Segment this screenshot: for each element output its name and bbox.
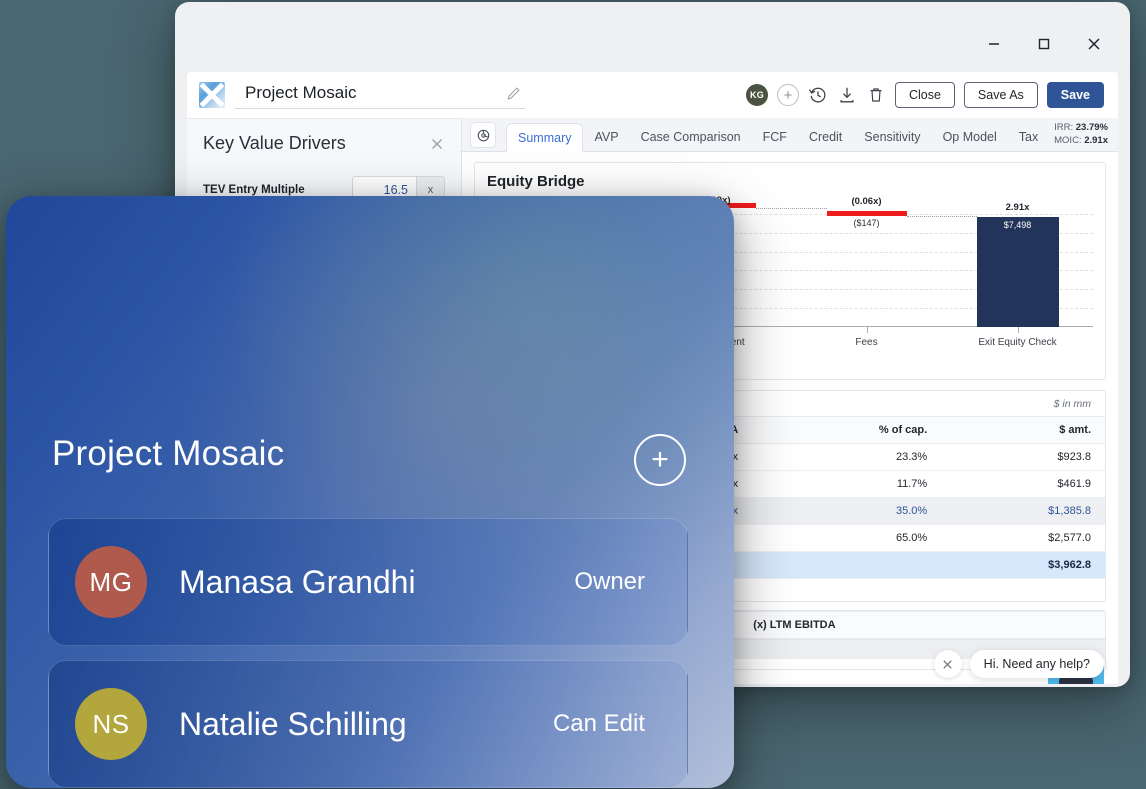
member-role[interactable]: Can Edit (553, 710, 645, 738)
save-as-button[interactable]: Save As (963, 82, 1038, 108)
table-cell: $461.9 (1057, 478, 1091, 490)
irr-metric: IRR: 23.79% (1054, 122, 1108, 135)
bar-exit-equity-check (976, 217, 1059, 327)
close-button[interactable]: Close (894, 82, 955, 108)
document-header: Project Mosaic KG + Close Save As Save (187, 72, 1118, 118)
chat-close-button[interactable] (933, 650, 962, 678)
irr-value: 23.79% (1075, 122, 1108, 134)
connector-line (906, 216, 977, 217)
member-role[interactable]: Owner (574, 568, 645, 596)
download-icon[interactable] (837, 85, 857, 105)
panel-header: Key Value Drivers (203, 133, 445, 154)
moic-value: 2.91x (1084, 135, 1108, 147)
moic-metric: MOIC: 2.91x (1054, 135, 1108, 148)
table-cell: 11.7% (896, 478, 928, 490)
share-card: Project Mosaic + MG Manasa Grandhi Owner NS… (6, 196, 734, 788)
gear-icon (477, 129, 489, 141)
column-header: % of cap. (752, 416, 942, 444)
tab-fcf[interactable]: FCF (752, 123, 798, 151)
bar-amount-label: $7,498 (1003, 220, 1032, 230)
tab-sensitivity[interactable]: Sensitivity (853, 123, 931, 151)
avatar: MG (75, 546, 147, 618)
member-row[interactable]: NS Natalie Schilling Can Edit (48, 660, 688, 788)
pencil-icon[interactable] (506, 86, 521, 101)
close-icon (943, 659, 952, 669)
avatar: NS (75, 688, 147, 760)
table-cell: 35.0% (895, 505, 928, 517)
tab-summary[interactable]: Summary (506, 123, 584, 152)
tab-list: Summary AVP Case Comparison FCF Credit Sensit… (506, 123, 1049, 152)
member-name: Natalie Schilling (179, 705, 407, 742)
save-button[interactable]: Save (1046, 82, 1104, 108)
trash-icon[interactable] (866, 85, 886, 105)
column-header (849, 611, 1105, 639)
chart-title: Equity Bridge (487, 173, 585, 190)
table-cell (752, 552, 941, 579)
screen: Project Mosaic KG + Close Save As Save K… (0, 0, 1146, 789)
category-label: Fees (855, 337, 878, 348)
add-member-button[interactable]: + (634, 434, 686, 486)
category-label: Exit Equity Check (978, 337, 1057, 348)
tab-credit[interactable]: Credit (798, 123, 853, 151)
header-tools: KG + Close Save As Save (745, 82, 1106, 108)
bar-multiple-label: 2.91x (1005, 202, 1030, 213)
document-title: Project Mosaic (245, 83, 357, 102)
document-title-field[interactable]: Project Mosaic (235, 81, 525, 109)
maximize-icon (1038, 38, 1050, 50)
connector-line (755, 208, 827, 209)
table-cell: $1,385.8 (1048, 505, 1091, 517)
bar-amount-label: ($147) (853, 218, 880, 228)
tab-bar: Summary AVP Case Comparison FCF Credit Sensit… (462, 118, 1118, 152)
bar-multiple-label: (0.06x) (851, 196, 882, 207)
gear-button[interactable] (470, 122, 496, 148)
app-logo-icon (199, 82, 225, 108)
driver-label: TEV Entry Multiple (203, 184, 305, 196)
table-cell: $923.8 (1057, 451, 1091, 463)
minimize-icon (989, 43, 999, 45)
chat-message[interactable]: Hi. Need any help? (969, 650, 1104, 678)
moic-label: MOIC: (1054, 135, 1082, 147)
table-cell: 23.3% (895, 451, 928, 463)
table-cell: $2,577.0 (1048, 532, 1091, 544)
table-cell: 65.0% (895, 532, 928, 544)
close-window-button[interactable] (1072, 24, 1116, 64)
tab-case-comparison[interactable]: Case Comparison (630, 123, 752, 151)
tab-op-model[interactable]: Op Model (932, 123, 1008, 151)
column-header: $ amt. (941, 416, 1105, 444)
axis-tick (866, 327, 868, 333)
window-titlebar (175, 2, 1130, 72)
share-card-title: Project Mosaic (52, 434, 285, 473)
table-cell: $3,962.8 (1048, 559, 1091, 571)
close-icon[interactable] (429, 136, 445, 152)
maximize-button[interactable] (1022, 24, 1066, 64)
tab-tax[interactable]: Tax (1008, 123, 1049, 151)
avatar[interactable]: KG (745, 84, 768, 106)
history-icon[interactable] (808, 85, 828, 105)
close-icon (1088, 38, 1100, 50)
minimize-button[interactable] (972, 24, 1016, 64)
member-row[interactable]: MG Manasa Grandhi Owner (48, 518, 688, 646)
metrics-summary: IRR: 23.79% MOIC: 2.91x (1054, 122, 1118, 151)
member-list: MG Manasa Grandhi Owner NS Natalie Schilling… (48, 518, 688, 788)
add-collaborator-button[interactable]: + (776, 84, 799, 106)
panel-title: Key Value Drivers (203, 133, 346, 153)
bar-fees (826, 211, 907, 216)
member-name: Manasa Grandhi (179, 563, 416, 600)
axis-tick (1017, 327, 1019, 333)
irr-label: IRR: (1054, 122, 1074, 134)
chat-widget: Hi. Need any help? (933, 650, 1104, 678)
tab-avp[interactable]: AVP (583, 123, 629, 151)
